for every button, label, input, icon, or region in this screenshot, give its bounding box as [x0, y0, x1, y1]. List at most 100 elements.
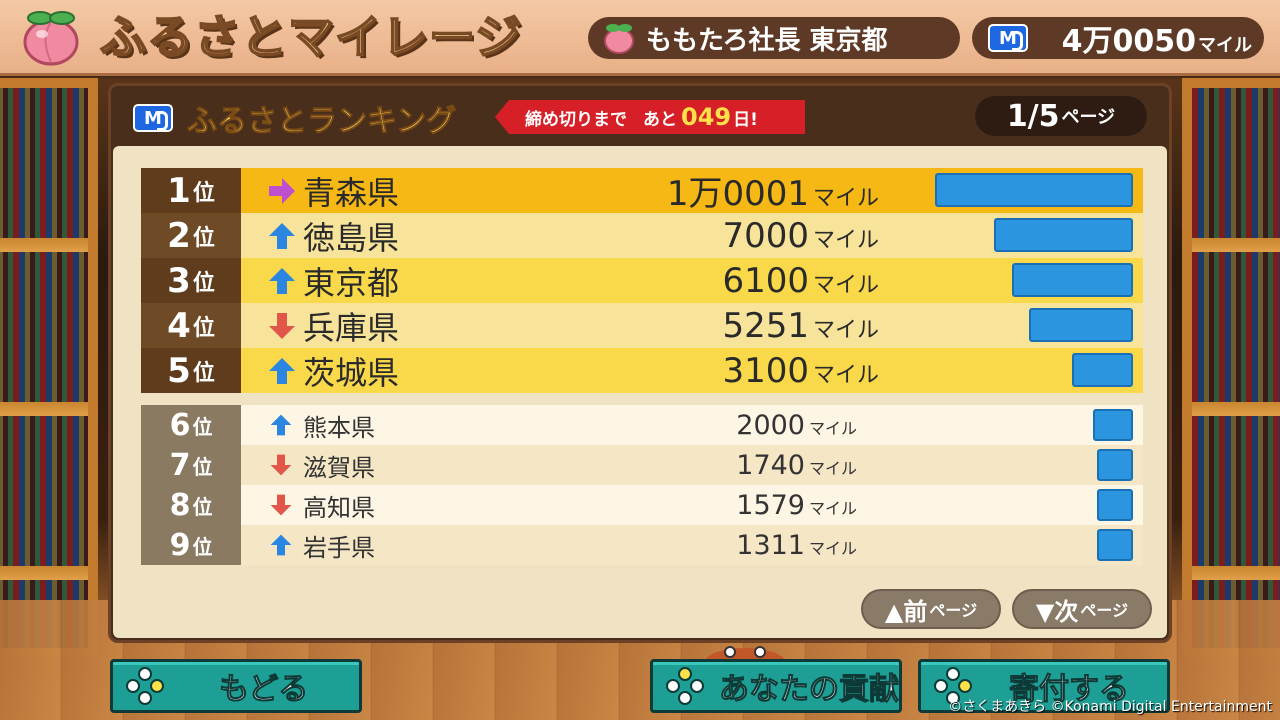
rank-cell: 5位 [141, 348, 241, 393]
mileage-bar [1072, 353, 1133, 387]
prev-page-button[interactable]: ▲前 ページ [861, 589, 1001, 629]
page-unit: ページ [1061, 107, 1116, 128]
miles-value: 1311 マイル [736, 530, 857, 561]
top-five-group: 1 位青森県 1万0001 マイル 2 位徳島県 7000 マイル 3 位東京都 6100 マイル 4 位… [141, 168, 1143, 393]
miles-value: 1579 マイル [736, 490, 857, 521]
prefecture-name: 岩手県 [303, 533, 375, 562]
next-page-label: ▼次 [1035, 597, 1079, 626]
miles-number: 5251 [722, 305, 809, 346]
contribution-label: あなたの貢献 [719, 672, 900, 708]
lower-ranks-group: 6 位熊本県 2000 マイル 7 位滋賀県 1740 マイル 8 位高知県 1579 マイル 9 位岩手… [141, 405, 1143, 565]
rank-unit: 位 [192, 414, 213, 439]
player-info: ももたろ社長 東京都 [588, 17, 960, 59]
copyright-notice: ©さくまあきら ©Konami Digital Entertainment [948, 699, 1272, 715]
ranking-content: 兵庫県 5251 マイル [241, 303, 1143, 348]
ranking-row: 8 位 高知県 1579 マイル [141, 485, 1143, 525]
arrow-up-icon [270, 414, 292, 436]
rank-cell: 4位 [141, 303, 241, 348]
mileage-bar [1097, 529, 1133, 561]
prev-page-unit: ページ [929, 601, 978, 620]
mileage-bar [1029, 308, 1133, 342]
deadline-ato: あと [643, 109, 677, 130]
ranking-list: 1 位青森県 1万0001 マイル 2 位徳島県 7000 マイル 3 位東京都 6100 マイル 4 位… [141, 168, 1143, 565]
rank-cell: 6位 [141, 405, 241, 445]
rank-number: 8 [169, 487, 191, 523]
miles-number: 6100 [722, 260, 809, 301]
ranking-row: 6 位 熊本県 2000 マイル [141, 405, 1143, 445]
rank-cell: 2位 [141, 213, 241, 258]
mileage-card-icon: M [988, 24, 1028, 52]
rank-number: 2 [167, 215, 191, 256]
ranking-row: 5 位 茨城県 3100 マイル [141, 348, 1143, 393]
miles-number: 1万0001 [666, 174, 809, 214]
rank-cell: 1位 [141, 168, 241, 213]
miles-value: 5251 マイル [722, 306, 879, 346]
miles-unit: マイル [808, 458, 857, 478]
ranking-row: 2 位 徳島県 7000 マイル [141, 213, 1143, 258]
bookshelf-right [1182, 78, 1280, 658]
miles-number: 1311 [736, 529, 805, 561]
ranking-row: 4 位 兵庫県 5251 マイル [141, 303, 1143, 348]
contribution-button[interactable]: あなたの貢献 [650, 659, 902, 713]
arrow-up-icon [269, 222, 295, 249]
miles-value: 2000 マイル [736, 410, 857, 441]
rank-number: 4 [167, 305, 191, 346]
rank-number: 6 [169, 407, 191, 443]
mileage-bar [1012, 263, 1133, 297]
page-number: 1/5 [1006, 98, 1060, 134]
rank-number: 9 [169, 527, 191, 563]
back-button[interactable]: もどる [110, 659, 362, 713]
rank-unit: 位 [192, 270, 215, 296]
miles-value: 1万0001 マイル [667, 166, 879, 215]
arrow-down-icon [269, 312, 295, 339]
rank-number: 7 [169, 447, 191, 483]
rank-cell: 8位 [141, 485, 241, 525]
ranking-row: 3 位 東京都 6100 マイル [141, 258, 1143, 303]
miles-total: M 4万0050 マイル [972, 17, 1264, 59]
ranking-panel: M ふるさとランキング 締め切りまで あと 049 日! 1/5 ページ 1 位青森… [108, 83, 1172, 643]
miles-number: 3100 [722, 350, 809, 391]
rank-number: 3 [167, 260, 191, 301]
miles-number: 1740 [736, 449, 805, 481]
ranking-content: 青森県 1万0001 マイル [241, 166, 1143, 215]
page-indicator: 1/5 ページ [975, 96, 1147, 136]
miles-total-unit: マイル [1198, 35, 1252, 56]
ranking-content: 岩手県 1311 マイル [241, 525, 1143, 565]
prefecture-name: 徳島県 [303, 218, 400, 257]
rank-unit: 位 [192, 494, 213, 519]
miles-unit: マイル [812, 186, 879, 211]
ranking-content: 熊本県 2000 マイル [241, 405, 1143, 445]
miles-unit: マイル [812, 362, 879, 388]
rank-number: 5 [167, 350, 191, 391]
prefecture-name: 滋賀県 [303, 453, 375, 482]
ranking-content: 滋賀県 1740 マイル [241, 445, 1143, 485]
miles-value: 3100 マイル [722, 351, 879, 391]
arrow-up-icon [270, 534, 292, 556]
rank-cell: 3位 [141, 258, 241, 303]
mileage-bar [1097, 489, 1133, 521]
deadline-label: 締め切りまで [525, 109, 627, 130]
peach-icon [23, 11, 79, 66]
arrow-right-icon [269, 177, 295, 204]
miles-value: 1740 マイル [736, 450, 857, 481]
ranking-row: 9 位 岩手県 1311 マイル [141, 525, 1143, 565]
rank-cell: 9位 [141, 525, 241, 565]
arrow-up-icon [269, 357, 295, 384]
rank-unit: 位 [192, 534, 213, 559]
arrow-up-icon [269, 267, 295, 294]
rank-unit: 位 [192, 454, 213, 479]
prefecture-name: 熊本県 [303, 413, 375, 442]
panel-title: M ふるさとランキング [133, 96, 457, 140]
ranking-content: 東京都 6100 マイル [241, 258, 1143, 303]
header-bar: ふるさとマイレージ ももたろ社長 東京都 M 4万0050 マイル [0, 0, 1280, 76]
ranking-content: 徳島県 7000 マイル [241, 213, 1143, 258]
rank-unit: 位 [192, 180, 215, 206]
mileage-bar [1093, 409, 1133, 441]
miles-unit: マイル [808, 498, 857, 518]
miles-value: 7000 マイル [722, 216, 879, 256]
prefecture-name: 高知県 [303, 493, 375, 522]
miles-unit: マイル [812, 227, 879, 253]
next-page-button[interactable]: ▼次 ページ [1012, 589, 1152, 629]
miles-number: 1579 [736, 489, 805, 521]
rank-unit: 位 [192, 315, 215, 341]
